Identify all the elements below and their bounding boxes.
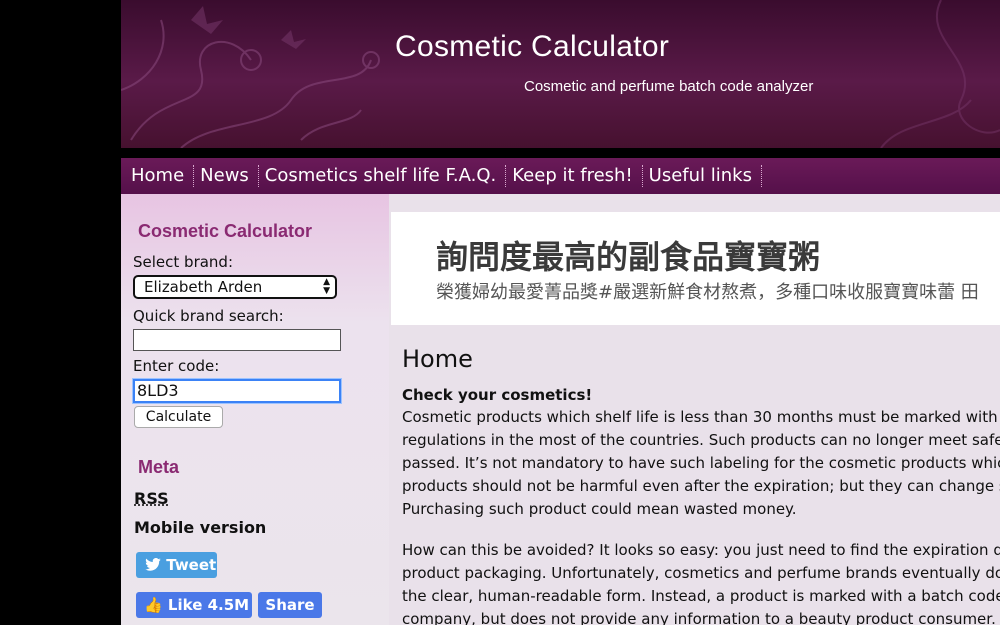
paragraph-line: company, but does not provide any inform… [402,610,1000,625]
main-nav: Home News Cosmetics shelf life F.A.Q. Ke… [121,158,1000,194]
sidebar: Cosmetic Calculator Select brand: Elizab… [121,194,389,625]
paragraph-line: the clear, human-readable form. Instead,… [402,587,1000,605]
paragraph-2: How can this be avoided? It looks so eas… [402,539,1000,625]
main-content: Home Check your cosmetics! Cosmetic prod… [402,344,1000,625]
site-title[interactable]: Cosmetic Calculator [395,30,669,64]
tweet-button[interactable]: Tweet [136,552,217,578]
facebook-like-button[interactable]: 👍 Like 4.5M [136,592,252,618]
nav-news[interactable]: News [194,165,259,187]
page-title: Home [402,345,473,373]
paragraph-line: regulations in the most of the countries… [402,431,1000,449]
mobile-version-link[interactable]: Mobile version [134,518,266,537]
site-subtitle: Cosmetic and perfume batch code analyzer [524,78,814,95]
paragraph-line: Cosmetic products which shelf life is le… [402,408,998,426]
nav-shelf-life-faq[interactable]: Cosmetics shelf life F.A.Q. [259,165,507,187]
paragraph-line: How can this be avoided? It looks so eas… [402,541,1000,559]
twitter-bird-icon [145,558,161,571]
paragraph-line: passed. It’s not mandatory to have such … [402,454,1000,472]
facebook-share-button[interactable]: Share [258,592,322,618]
brand-select-value: Elizabeth Arden [144,278,263,296]
paragraph-1: Cosmetic products which shelf life is le… [402,406,1000,521]
paragraph-line: product packaging. Unfortunately, cosmet… [402,564,1000,582]
site-header: Cosmetic Calculator Cosmetic and perfume… [121,0,1000,148]
paragraph-line: products should not be harmful even afte… [402,477,1000,495]
nav-useful-links[interactable]: Useful links [643,165,762,187]
batch-code-input[interactable]: 8LD3 [133,379,341,403]
advertisement-banner[interactable]: 詢問度最高的副食品寶寶粥 榮獲婦幼最愛菁品獎#嚴選新鮮食材熬煮，多種口味收服寶寶… [391,212,1000,325]
rss-link[interactable]: RSS [134,489,169,508]
brand-select[interactable]: Elizabeth Arden ▲ ▼ [133,275,337,299]
nav-home[interactable]: Home [125,165,195,187]
nav-keep-it-fresh[interactable]: Keep it fresh! [506,165,643,187]
select-arrows-icon: ▲ ▼ [323,277,330,296]
sidebar-heading: Cosmetic Calculator [138,221,313,241]
ad-title[interactable]: 詢問度最高的副食品寶寶粥 [436,232,820,278]
quick-search-label: Quick brand search: [133,307,284,325]
floral-decoration [121,0,1000,148]
header-divider [121,148,1000,158]
brand-label: Select brand: [133,253,234,271]
quick-brand-search-input[interactable] [133,329,341,351]
calculate-button[interactable]: Calculate [134,406,223,428]
tweet-label: Tweet [166,556,217,574]
paragraph-line: Purchasing such product could mean waste… [402,500,797,518]
page: Cosmetic Calculator Cosmetic and perfume… [121,0,1000,625]
like-label: Like 4.5M [167,596,250,614]
meta-heading: Meta [138,457,180,477]
ad-subtitle: 榮獲婦幼最愛菁品獎#嚴選新鮮食材熬煮，多種口味收服寶寶味蕾 田 [436,282,979,303]
code-label: Enter code: [133,357,220,375]
content-lead: Check your cosmetics! [402,386,593,404]
thumbs-up-icon: 👍 [144,596,163,614]
